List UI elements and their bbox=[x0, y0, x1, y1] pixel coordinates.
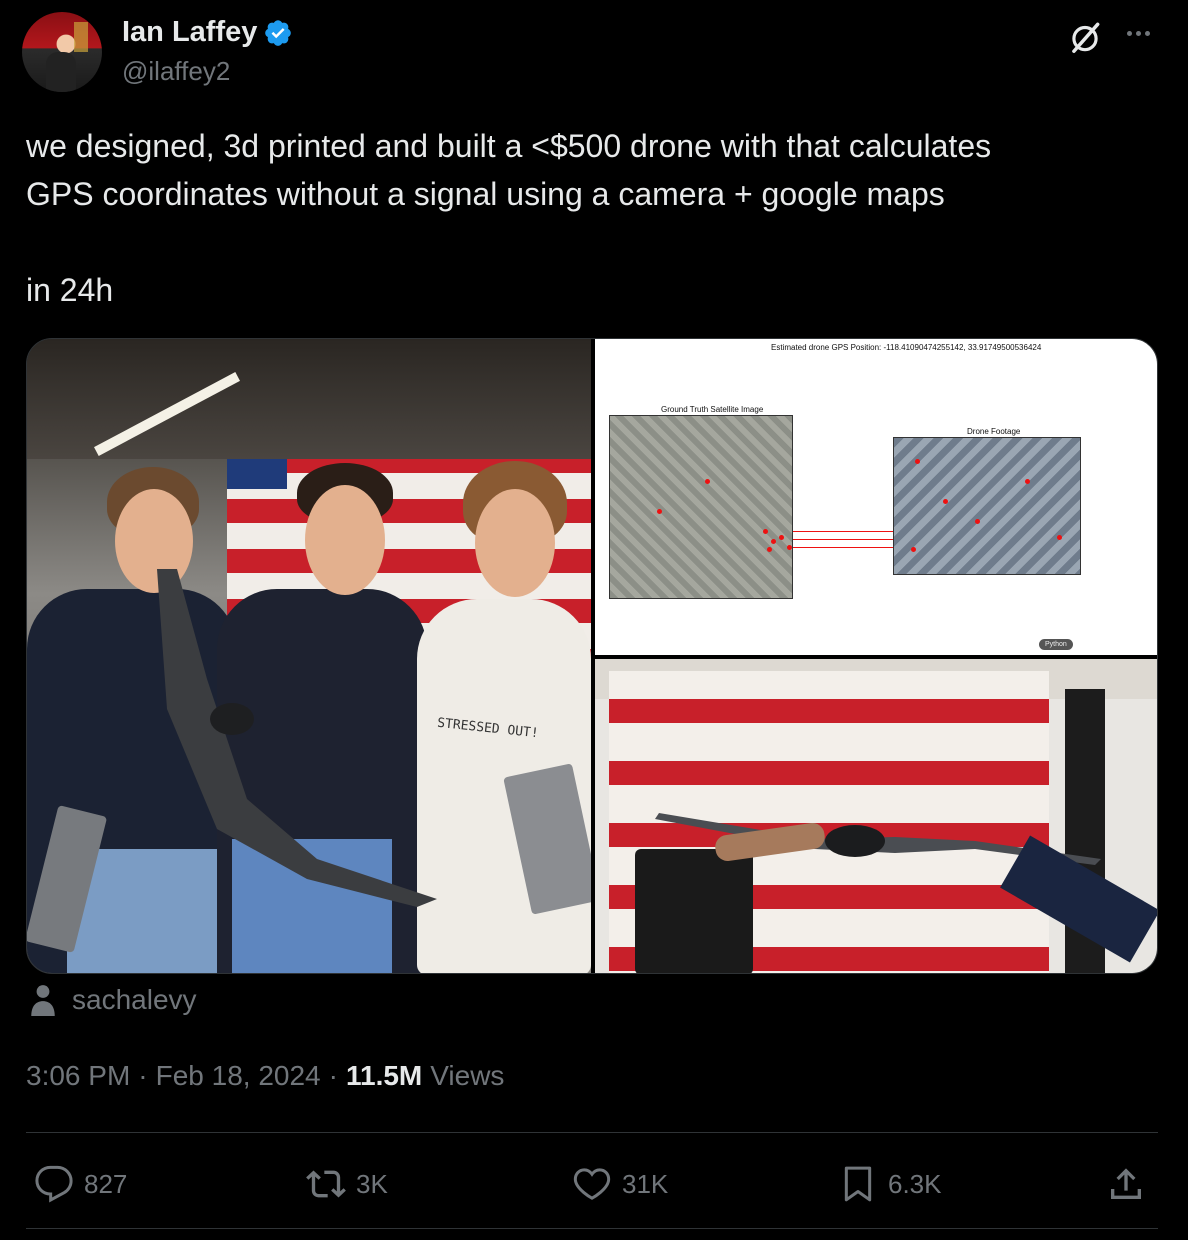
person-right-head bbox=[475, 489, 555, 597]
drone-footage-panel bbox=[893, 437, 1081, 575]
divider bbox=[26, 1228, 1158, 1229]
tweet-date[interactable]: Feb 18, 2024 bbox=[156, 1060, 321, 1092]
right-plot-title: Drone Footage bbox=[967, 427, 1021, 436]
bookmark-icon bbox=[844, 1166, 872, 1202]
views-count: 11.5M bbox=[345, 1060, 423, 1091]
media-grid: STRESSED OUT! Estimated drone GPS Positi… bbox=[26, 338, 1158, 974]
more-options-icon[interactable] bbox=[1118, 18, 1158, 48]
plot-header: Estimated drone GPS Position: -118.41090… bbox=[771, 343, 1042, 352]
verified-badge-icon bbox=[265, 19, 292, 46]
satellite-image-panel bbox=[609, 415, 793, 599]
avatar-figure bbox=[46, 52, 76, 92]
drone-printed bbox=[157, 569, 437, 907]
author-handle[interactable]: @ilaffey2 bbox=[122, 56, 230, 87]
bookmark-count: 6.3K bbox=[888, 1168, 942, 1199]
meta-separator: · bbox=[138, 1060, 148, 1091]
tagged-user[interactable]: sachalevy bbox=[72, 984, 197, 1016]
grok-icon[interactable] bbox=[1066, 18, 1104, 56]
share-button[interactable] bbox=[1106, 1164, 1146, 1204]
reply-icon bbox=[35, 1165, 73, 1203]
heart-icon bbox=[573, 1168, 611, 1200]
like-button[interactable]: 31K bbox=[572, 1164, 668, 1204]
tweet-time[interactable]: 3:06 PM bbox=[26, 1060, 130, 1092]
share-icon bbox=[1111, 1168, 1141, 1199]
tweet-meta: 3:06 PM · Feb 18, 2024 · 11.5M Views bbox=[26, 1060, 504, 1092]
left-plot-title: Ground Truth Satellite Image bbox=[661, 405, 764, 414]
author-avatar[interactable] bbox=[22, 12, 102, 92]
photo-tag[interactable]: sachalevy bbox=[30, 984, 197, 1016]
meta-separator: · bbox=[328, 1060, 338, 1091]
python-badge: Python bbox=[1039, 639, 1073, 650]
like-count: 31K bbox=[622, 1168, 669, 1199]
person-icon bbox=[31, 985, 55, 1016]
repost-count: 3K bbox=[356, 1168, 388, 1199]
repost-button[interactable]: 3K bbox=[306, 1164, 388, 1204]
tweet-text: we designed, 3d printed and built a <$50… bbox=[26, 128, 992, 308]
repost-icon bbox=[306, 1170, 346, 1198]
action-bar: 827 3K 31K 6.3K bbox=[26, 1134, 1158, 1230]
avatar-background-detail bbox=[74, 22, 88, 52]
reply-count: 827 bbox=[84, 1168, 128, 1199]
reply-button[interactable]: 827 bbox=[34, 1164, 127, 1204]
photo-drone-held-up[interactable] bbox=[595, 659, 1157, 973]
bookmark-button[interactable]: 6.3K bbox=[838, 1164, 942, 1204]
photo-team-with-drone[interactable]: STRESSED OUT! bbox=[27, 339, 591, 973]
author-name-row: Ian Laffey bbox=[122, 16, 293, 49]
gps-estimation-plot[interactable]: Estimated drone GPS Position: -118.41090… bbox=[595, 339, 1157, 655]
views-label: Views bbox=[430, 1060, 505, 1091]
author-display-name[interactable]: Ian Laffey bbox=[122, 16, 257, 49]
divider bbox=[26, 1132, 1158, 1133]
